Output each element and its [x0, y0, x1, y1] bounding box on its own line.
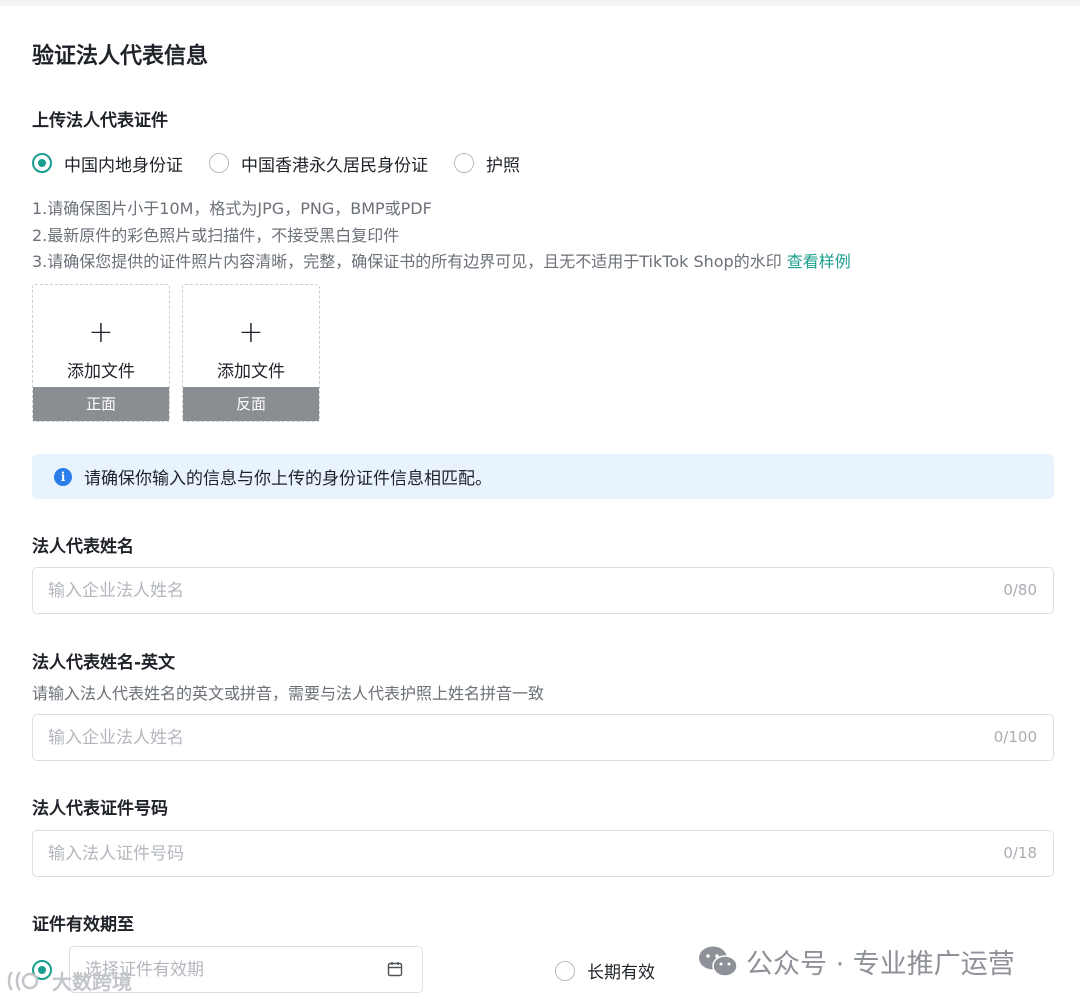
- longterm-label: 长期有效: [587, 963, 655, 983]
- radio-option-passport[interactable]: 护照: [454, 151, 520, 176]
- hint-line-2: 2.最新原件的彩色照片或扫描件，不接受黑白复印件: [32, 225, 400, 245]
- upload-front-button[interactable]: + 添加文件 正面: [32, 284, 170, 422]
- longterm-option[interactable]: 长期有效: [555, 958, 655, 983]
- radio-label: 中国内地身份证: [64, 155, 183, 176]
- legal-rep-name-field[interactable]: 0/80: [32, 567, 1054, 614]
- longterm-radio[interactable]: [555, 960, 575, 981]
- hint-line-3: 3.请确保您提供的证件照片内容清晰，完整，确保证书的所有边界可见，且无不适用于T…: [32, 252, 782, 271]
- info-icon: i: [54, 467, 72, 486]
- add-file-label: 添加文件: [67, 362, 135, 382]
- legal-rep-name-en-input[interactable]: [48, 715, 948, 760]
- brand-watermark: 大数跨境: [6, 966, 132, 995]
- top-bar: [0, 0, 1080, 6]
- radio-button-checked[interactable]: [32, 153, 52, 173]
- upload-back-button[interactable]: + 添加文件 反面: [182, 284, 320, 422]
- page-title: 验证法人代表信息: [32, 44, 209, 69]
- id-type-radio-group: 中国内地身份证 中国香港永久居民身份证 护照: [32, 150, 546, 176]
- upload-hints: 1.请确保图片小于10M，格式为JPG，PNG，BMP或PDF 2.最新原件的彩…: [32, 196, 851, 276]
- expiry-label: 证件有效期至: [32, 915, 134, 935]
- char-counter: 0/18: [1003, 844, 1037, 862]
- radio-option-mainland-id[interactable]: 中国内地身份证: [32, 151, 183, 176]
- id-number-input[interactable]: [48, 831, 948, 876]
- legal-rep-name-input[interactable]: [48, 568, 948, 613]
- brand-logo-icon: [7, 970, 39, 991]
- wechat-watermark: 公众号 · 专业推广运营: [698, 942, 1015, 981]
- brand-watermark-text: 大数跨境: [52, 970, 132, 994]
- upload-side-label-back: 反面: [183, 387, 319, 421]
- hint-line-3-wrap: 3.请确保您提供的证件照片内容清晰，完整，确保证书的所有边界可见，且无不适用于T…: [32, 249, 851, 276]
- radio-label: 护照: [486, 155, 520, 176]
- radio-label: 中国香港永久居民身份证: [241, 155, 428, 176]
- info-banner: i 请确保你输入的信息与你上传的身份证件信息相匹配。: [32, 454, 1054, 499]
- wechat-icon: [699, 946, 738, 977]
- radio-option-hk-id[interactable]: 中国香港永久居民身份证: [209, 151, 428, 176]
- plus-icon: +: [238, 315, 264, 350]
- info-banner-text: 请确保你输入的信息与你上传的身份证件信息相匹配。: [84, 469, 492, 489]
- wechat-watermark-text: 公众号 · 专业推广运营: [746, 949, 1015, 980]
- hint-line-1: 1.请确保图片小于10M，格式为JPG，PNG，BMP或PDF: [32, 199, 432, 218]
- char-counter: 0/80: [1003, 581, 1037, 599]
- legal-rep-name-en-label: 法人代表姓名-英文: [32, 653, 176, 673]
- upload-section-label: 上传法人代表证件: [32, 111, 168, 131]
- id-number-field[interactable]: 0/18: [32, 830, 1054, 877]
- legal-rep-name-en-field[interactable]: 0/100: [32, 714, 1054, 761]
- upload-side-label-front: 正面: [33, 387, 169, 421]
- radio-button[interactable]: [454, 153, 474, 173]
- char-counter: 0/100: [993, 728, 1037, 746]
- add-file-label: 添加文件: [217, 362, 285, 382]
- radio-button[interactable]: [209, 153, 229, 173]
- legal-rep-name-label: 法人代表姓名: [32, 537, 134, 557]
- calendar-icon[interactable]: [387, 961, 403, 977]
- id-number-label: 法人代表证件号码: [32, 799, 168, 819]
- plus-icon: +: [88, 315, 114, 350]
- view-example-link[interactable]: 查看样例: [787, 252, 851, 271]
- legal-rep-name-en-description: 请输入法人代表姓名的英文或拼音，需要与法人代表护照上姓名拼音一致: [32, 684, 545, 703]
